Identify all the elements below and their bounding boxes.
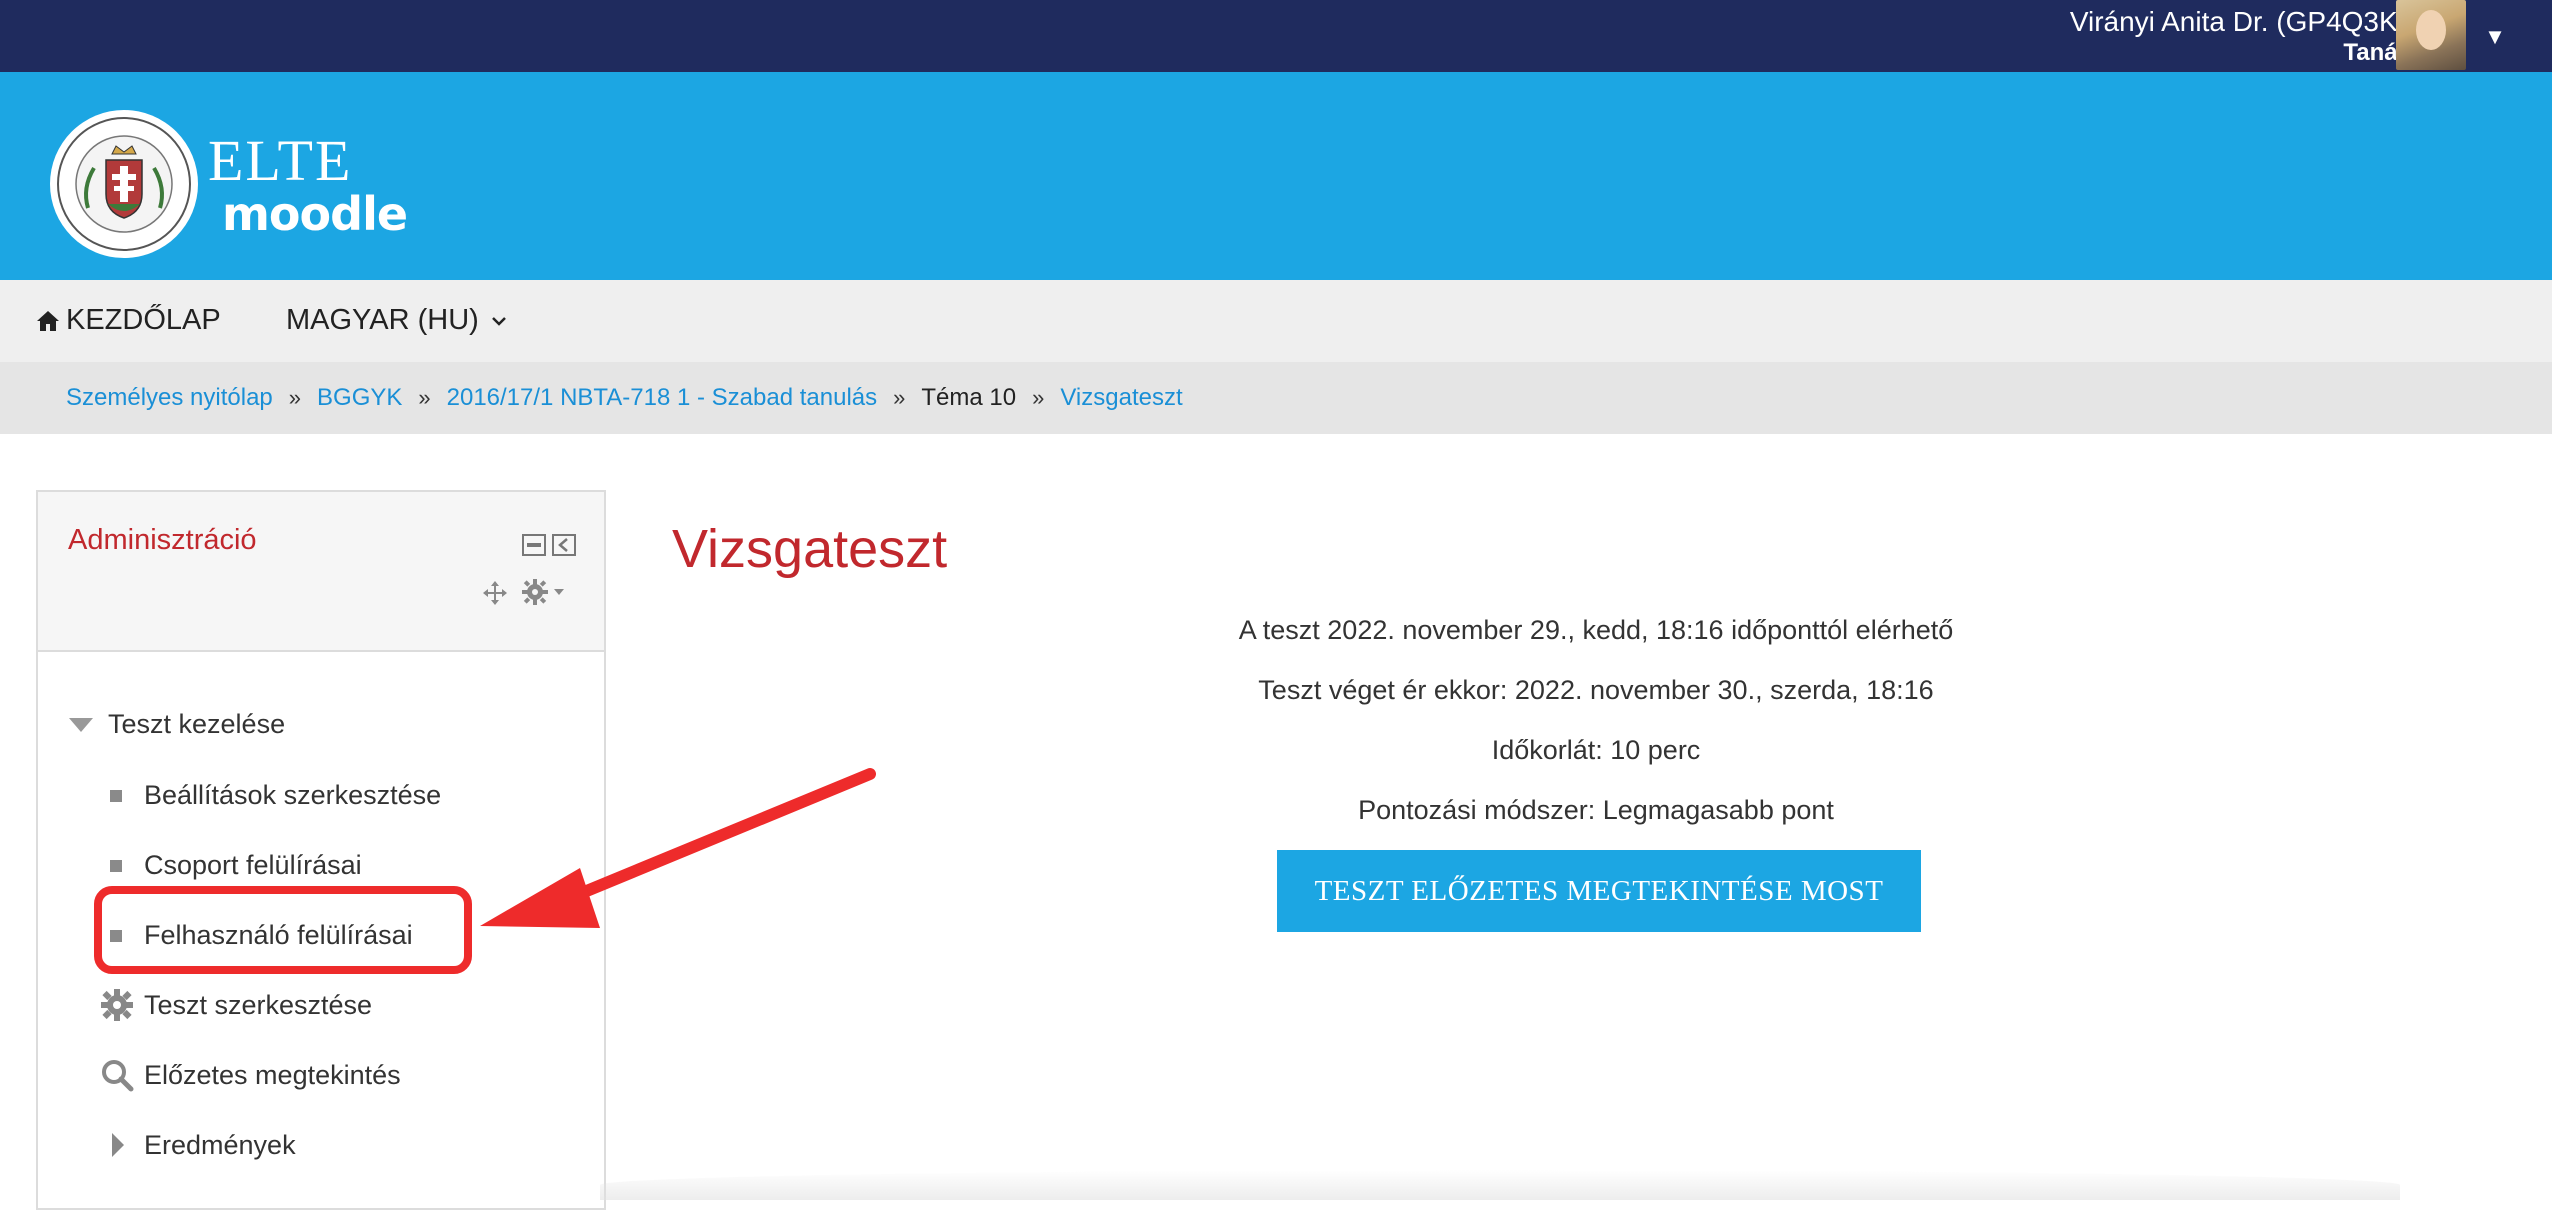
gear-icon: [101, 989, 133, 1021]
breadcrumb-item[interactable]: BGGYK: [317, 384, 402, 411]
home-icon: [37, 311, 59, 332]
nav-home-link[interactable]: KEZDŐLAP: [36, 300, 221, 340]
language-label: MAGYAR (HU): [286, 304, 479, 336]
breadcrumb: Személyes nyitólap » BGGYK » 2016/17/1 NBTA-…: [66, 380, 1183, 416]
tree-item-teszt-szerkesztese[interactable]: Teszt szerkesztése: [144, 987, 372, 1023]
preview-quiz-button[interactable]: TESZT ELŐZETES MEGTEKINTÉSE MOST: [1277, 850, 1921, 932]
tree-item-teszt-kezelese[interactable]: Teszt kezelése: [108, 706, 285, 742]
site-header: [0, 72, 2552, 280]
block-title: Adminisztráció: [68, 524, 257, 556]
move-icon[interactable]: [482, 580, 508, 606]
user-name[interactable]: Virányi Anita Dr. (GP4Q3K): [2070, 4, 2407, 40]
avatar[interactable]: [2396, 0, 2466, 70]
chevron-down-icon: [491, 317, 506, 327]
breadcrumb-separator-icon: »: [418, 385, 431, 410]
user-role: Tanár: [2343, 39, 2407, 66]
dock-icon[interactable]: [552, 534, 576, 556]
content-shadow: [600, 1170, 2400, 1200]
tree-item-eredmenyek[interactable]: Eredmények: [144, 1127, 296, 1163]
caret-down-icon[interactable]: ▼: [2480, 22, 2510, 52]
tree-item-elozetes-megtekintes[interactable]: Előzetes megtekintés: [144, 1057, 401, 1093]
block-header: Adminisztráció: [38, 492, 604, 652]
breadcrumb-separator-icon: »: [1032, 385, 1045, 410]
language-menu[interactable]: MAGYAR (HU): [286, 300, 507, 340]
logo-moodle-text: moodle: [222, 187, 408, 241]
tree-item-csoport-felulirasai[interactable]: Csoport felülírásai: [144, 847, 362, 883]
nav-home-label: KEZDŐLAP: [66, 304, 221, 336]
tree-item-beallitasok[interactable]: Beállítások szerkesztése: [144, 777, 441, 813]
quiz-time-limit: Időkorlát: 10 perc: [1491, 735, 1701, 765]
gear-menu-icon[interactable]: [522, 578, 568, 606]
breadcrumb-separator-icon: »: [288, 385, 302, 410]
quiz-grading-method: Pontozási módszer: Legmagasabb pont: [1358, 795, 1834, 825]
triangle-down-icon[interactable]: [68, 716, 94, 734]
quiz-close-info: Teszt véget ér ekkor: 2022. november 30.…: [1258, 675, 1934, 705]
breadcrumb-item[interactable]: Személyes nyitólap: [66, 384, 273, 411]
breadcrumb-separator-icon: »: [893, 385, 906, 410]
bullet-icon: [110, 860, 122, 872]
breadcrumb-item[interactable]: 2016/17/1 NBTA-718 1 - Szabad tanulás: [447, 384, 878, 411]
breadcrumb-item[interactable]: Vizsgateszt: [1060, 384, 1182, 411]
highlight-box: [94, 886, 472, 974]
red-arrow-icon: [480, 768, 876, 928]
quiz-open-info: A teszt 2022. november 29., kedd, 18:16 …: [1238, 615, 1954, 645]
elte-seal-logo[interactable]: [48, 108, 200, 260]
triangle-right-icon[interactable]: [110, 1132, 126, 1158]
search-icon: [102, 1060, 134, 1092]
page-title: Vizsgateszt: [672, 519, 948, 579]
breadcrumb-item: Téma 10: [921, 384, 1017, 411]
minimize-icon[interactable]: [522, 534, 546, 556]
bullet-icon: [110, 790, 122, 802]
user-menu[interactable]: Virányi Anita Dr. (GP4Q3K) Tanár: [2070, 4, 2407, 66]
